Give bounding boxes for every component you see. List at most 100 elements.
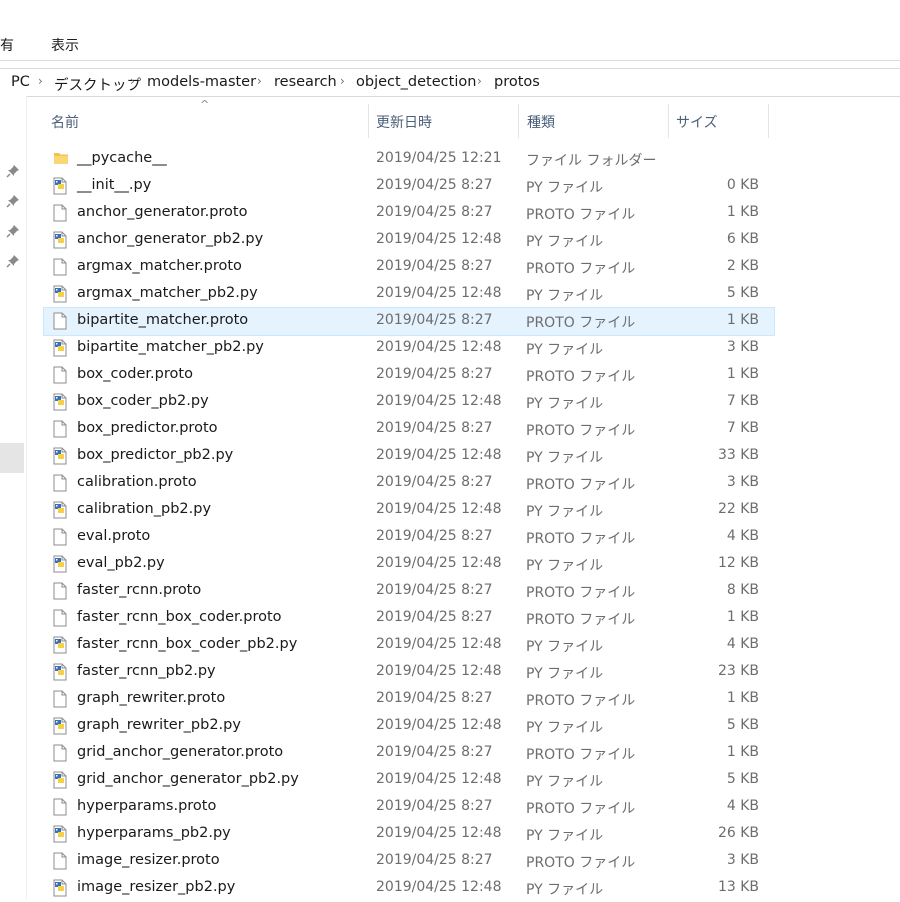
file-date: 2019/04/25 12:48 bbox=[376, 771, 502, 787]
file-size: 1 KB bbox=[726, 609, 759, 625]
file-name: bipartite_matcher_pb2.py bbox=[77, 339, 264, 355]
pin-icon[interactable] bbox=[6, 254, 20, 268]
file-row[interactable]: eval_pb2.py 2019/04/25 12:48 PY ファイル 12 KB bbox=[44, 551, 774, 578]
file-row[interactable]: grid_anchor_generator.proto 2019/04/25 8:… bbox=[44, 740, 774, 767]
file-row[interactable]: faster_rcnn_box_coder_pb2.py 2019/04/25 1… bbox=[44, 632, 774, 659]
file-row[interactable]: box_coder_pb2.py 2019/04/25 12:48 PY ファイル 7… bbox=[44, 389, 774, 416]
file-size: 4 KB bbox=[726, 528, 759, 544]
python-file-icon bbox=[53, 825, 67, 843]
breadcrumb-protos[interactable]: protos bbox=[494, 74, 540, 90]
file-size: 6 KB bbox=[726, 231, 759, 247]
column-divider[interactable] bbox=[518, 104, 519, 138]
file-date: 2019/04/25 12:48 bbox=[376, 393, 502, 409]
file-date: 2019/04/25 8:27 bbox=[376, 609, 493, 625]
file-type: PROTO ファイル bbox=[526, 315, 636, 331]
file-date: 2019/04/25 12:21 bbox=[376, 150, 502, 166]
file-row[interactable]: hyperparams_pb2.py 2019/04/25 12:48 PY ファイ… bbox=[44, 821, 774, 848]
file-type: PROTO ファイル bbox=[526, 585, 636, 601]
file-row[interactable]: faster_rcnn_box_coder.proto 2019/04/25 8:… bbox=[44, 605, 774, 632]
file-type: PROTO ファイル bbox=[526, 531, 636, 547]
file-row[interactable]: anchor_generator_pb2.py 2019/04/25 12:48 P… bbox=[44, 227, 774, 254]
ribbon-tab-share[interactable]: 有 bbox=[0, 35, 14, 55]
file-row[interactable]: __pycache__ 2019/04/25 12:21 ファイル フォルダー bbox=[44, 146, 774, 173]
file-row[interactable]: graph_rewriter.proto 2019/04/25 8:27 PROTO… bbox=[44, 686, 774, 713]
chevron-right-icon[interactable]: › bbox=[477, 74, 482, 88]
file-row[interactable]: faster_rcnn.proto 2019/04/25 8:27 PROTO ファ… bbox=[44, 578, 774, 605]
file-row[interactable]: image_resizer_pb2.py 2019/04/25 12:48 PY フ… bbox=[44, 875, 774, 902]
blank-file-icon bbox=[53, 690, 67, 708]
file-row[interactable]: calibration.proto 2019/04/25 8:27 PROTO ファ… bbox=[44, 470, 774, 497]
column-type[interactable]: 種類 bbox=[527, 112, 555, 132]
column-divider[interactable] bbox=[368, 104, 369, 138]
python-file-icon bbox=[53, 231, 67, 249]
blank-file-icon bbox=[53, 258, 67, 276]
breadcrumb-models-master[interactable]: models-master bbox=[147, 74, 256, 90]
chevron-right-icon[interactable]: › bbox=[340, 74, 345, 88]
pin-icon[interactable] bbox=[6, 194, 20, 208]
ribbon-tab-view[interactable]: 表示 bbox=[51, 35, 79, 55]
file-row[interactable]: grid_anchor_generator_pb2.py 2019/04/25 1… bbox=[44, 767, 774, 794]
blank-file-icon bbox=[53, 420, 67, 438]
file-type: PY ファイル bbox=[526, 288, 604, 304]
file-row[interactable]: image_resizer.proto 2019/04/25 8:27 PROTO … bbox=[44, 848, 774, 875]
file-size: 13 KB bbox=[717, 879, 759, 895]
file-row[interactable]: anchor_generator.proto 2019/04/25 8:27 PRO… bbox=[44, 200, 774, 227]
column-name[interactable]: 名前 bbox=[51, 112, 79, 132]
file-date: 2019/04/25 8:27 bbox=[376, 744, 493, 760]
file-type: PROTO ファイル bbox=[526, 855, 636, 871]
file-row[interactable]: argmax_matcher_pb2.py 2019/04/25 12:48 PY … bbox=[44, 281, 774, 308]
file-date: 2019/04/25 12:48 bbox=[376, 339, 502, 355]
file-row[interactable]: box_predictor_pb2.py 2019/04/25 12:48 PY フ… bbox=[44, 443, 774, 470]
breadcrumb-desktop[interactable]: デスクトップ bbox=[54, 74, 141, 95]
pin-icon[interactable] bbox=[6, 224, 20, 238]
file-row[interactable]: faster_rcnn_pb2.py 2019/04/25 12:48 PY ファイ… bbox=[44, 659, 774, 686]
file-row[interactable]: box_predictor.proto 2019/04/25 8:27 PROTO … bbox=[44, 416, 774, 443]
column-size[interactable]: サイズ bbox=[676, 112, 718, 132]
file-row[interactable]: argmax_matcher.proto 2019/04/25 8:27 PROTO… bbox=[44, 254, 774, 281]
file-name: faster_rcnn_pb2.py bbox=[77, 663, 216, 679]
file-type: PROTO ファイル bbox=[526, 693, 636, 709]
file-type: PY ファイル bbox=[526, 720, 604, 736]
chevron-right-icon[interactable]: › bbox=[130, 74, 135, 88]
file-size: 3 KB bbox=[726, 339, 759, 355]
file-type: ファイル フォルダー bbox=[526, 153, 657, 169]
file-date: 2019/04/25 8:27 bbox=[376, 798, 493, 814]
file-row[interactable]: bipartite_matcher_pb2.py 2019/04/25 12:48… bbox=[44, 335, 774, 362]
chevron-right-icon[interactable]: › bbox=[38, 74, 43, 88]
file-row[interactable]: eval.proto 2019/04/25 8:27 PROTO ファイル 4 KB bbox=[44, 524, 774, 551]
file-name: grid_anchor_generator_pb2.py bbox=[77, 771, 299, 787]
file-name: box_coder_pb2.py bbox=[77, 393, 209, 409]
file-row[interactable]: __init__.py 2019/04/25 8:27 PY ファイル 0 KB bbox=[44, 173, 774, 200]
breadcrumb-object-detection[interactable]: object_detection bbox=[356, 74, 476, 90]
breadcrumb-pc[interactable]: PC bbox=[11, 74, 30, 90]
blank-file-icon bbox=[53, 852, 67, 870]
file-date: 2019/04/25 12:48 bbox=[376, 555, 502, 571]
nav-selected-item[interactable] bbox=[0, 443, 24, 473]
file-list: __pycache__ 2019/04/25 12:21 ファイル フォルダー __i… bbox=[43, 146, 775, 902]
file-name: __init__.py bbox=[77, 177, 152, 193]
file-row[interactable]: calibration_pb2.py 2019/04/25 12:48 PY ファイ… bbox=[44, 497, 774, 524]
column-date[interactable]: 更新日時 bbox=[376, 112, 432, 132]
pin-icon[interactable] bbox=[6, 164, 20, 178]
file-type: PROTO ファイル bbox=[526, 747, 636, 763]
column-divider[interactable] bbox=[768, 104, 769, 138]
file-date: 2019/04/25 12:48 bbox=[376, 717, 502, 733]
python-file-icon bbox=[53, 447, 67, 465]
file-row[interactable]: box_coder.proto 2019/04/25 8:27 PROTO ファイル… bbox=[44, 362, 774, 389]
breadcrumb-research[interactable]: research bbox=[274, 74, 337, 90]
chevron-right-icon[interactable]: › bbox=[257, 74, 262, 88]
address-bar[interactable]: PC › デスクトップ › models-master › research ›… bbox=[0, 68, 900, 97]
file-name: image_resizer.proto bbox=[77, 852, 220, 868]
file-date: 2019/04/25 12:48 bbox=[376, 825, 502, 841]
file-size: 7 KB bbox=[726, 420, 759, 436]
file-row[interactable]: graph_rewriter_pb2.py 2019/04/25 12:48 PY … bbox=[44, 713, 774, 740]
column-divider[interactable] bbox=[668, 104, 669, 138]
file-size: 5 KB bbox=[726, 771, 759, 787]
file-date: 2019/04/25 12:48 bbox=[376, 285, 502, 301]
file-row[interactable]: hyperparams.proto 2019/04/25 8:27 PROTO ファ… bbox=[44, 794, 774, 821]
blank-file-icon bbox=[53, 528, 67, 546]
file-type: PROTO ファイル bbox=[526, 207, 636, 223]
blank-file-icon bbox=[53, 366, 67, 384]
file-row[interactable]: bipartite_matcher.proto 2019/04/25 8:27 PR… bbox=[43, 307, 775, 336]
file-size: 4 KB bbox=[726, 636, 759, 652]
